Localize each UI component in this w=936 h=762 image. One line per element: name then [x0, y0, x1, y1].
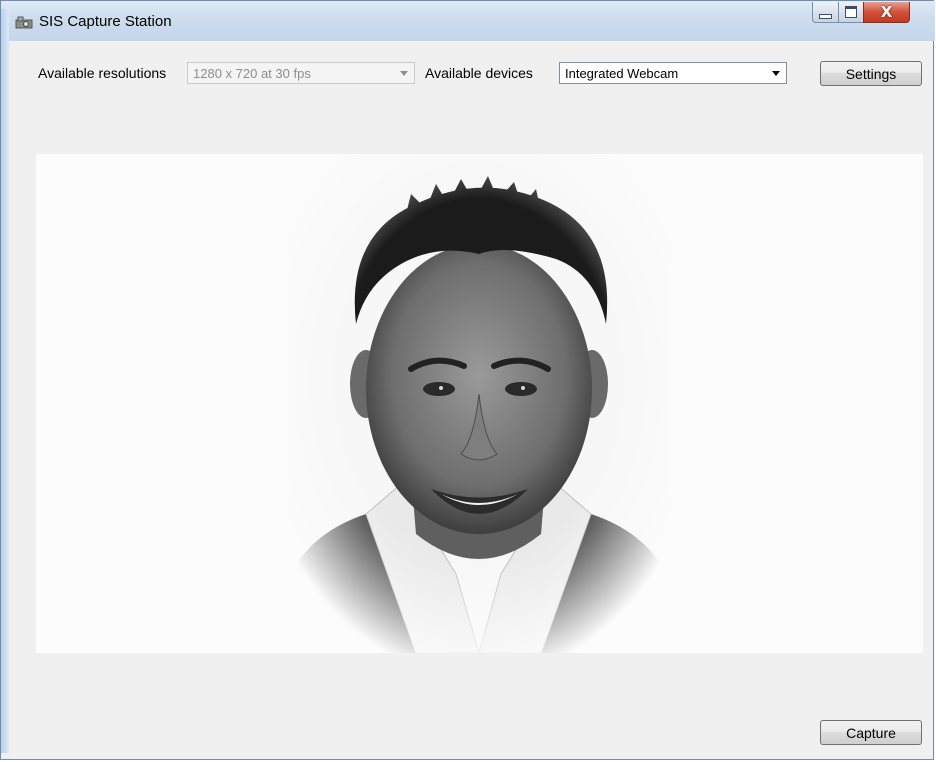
close-icon: X: [880, 2, 893, 21]
window-title: SIS Capture Station: [39, 13, 172, 30]
window-frame-left: [1, 9, 9, 753]
settings-button[interactable]: Settings: [820, 61, 922, 86]
resolutions-label: Available resolutions: [38, 65, 167, 81]
minimize-icon: [819, 13, 832, 19]
maximize-icon: [845, 6, 857, 18]
chevron-down-icon: [772, 71, 780, 76]
capture-button[interactable]: Capture: [820, 720, 922, 745]
camera-icon: [15, 15, 33, 29]
chevron-down-icon: [400, 71, 408, 76]
webcam-preview-portrait: [286, 154, 671, 653]
minimize-button[interactable]: [812, 2, 839, 23]
device-dropdown[interactable]: Integrated Webcam: [559, 62, 787, 84]
close-button[interactable]: X: [863, 2, 910, 23]
resolution-dropdown[interactable]: 1280 x 720 at 30 fps: [187, 62, 415, 84]
capture-station-window: SIS Capture Station X Available resoluti…: [0, 0, 935, 760]
maximize-button[interactable]: [838, 2, 864, 23]
camera-preview: [36, 154, 923, 653]
resolution-value: 1280 x 720 at 30 fps: [193, 66, 311, 81]
title-bar[interactable]: SIS Capture Station X: [1, 1, 935, 41]
device-value: Integrated Webcam: [565, 66, 679, 81]
devices-label: Available devices: [425, 65, 533, 81]
